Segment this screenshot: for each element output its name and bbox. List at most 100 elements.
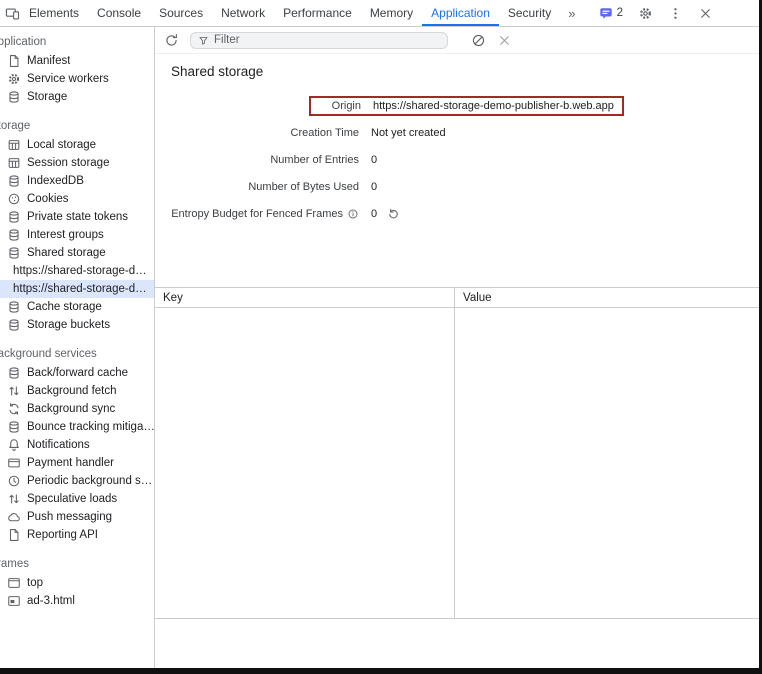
page-title: Shared storage — [171, 64, 743, 79]
grid-header: KeyValue — [155, 287, 759, 308]
meta-value: Not yet created — [371, 127, 446, 139]
sidebar-item-label: Private state tokens — [27, 211, 128, 223]
meta-row-inner: Creation TimeNot yet created — [171, 127, 743, 139]
sidebar-item-https-shared-storage-d[interactable]: https://shared-storage-d… — [0, 262, 154, 280]
sidebar-item-background-fetch[interactable]: Background fetch — [0, 382, 154, 400]
sidebar-item-background-sync[interactable]: Background sync — [0, 400, 154, 418]
sidebar-item-speculative-loads[interactable]: Speculative loads — [0, 490, 154, 508]
sidebar-item-push-messaging[interactable]: Push messaging — [0, 508, 154, 526]
kebab-menu-icon[interactable] — [668, 6, 683, 21]
sidebar-item-label: Storage buckets — [27, 319, 110, 331]
sidebar-item-ad-3-html[interactable]: ad-3.html — [0, 592, 154, 610]
column-header-value[interactable]: Value — [455, 288, 759, 307]
meta-row-origin: Origin https://shared-storage-demo-publis… — [171, 92, 743, 119]
sidebar-section-background-services: Background servicesBack/forward cacheBac… — [0, 346, 154, 544]
meta-row-entropy-budget-for-fenced-frames: Entropy Budget for Fenced Frames 0 — [171, 200, 743, 227]
grid-body — [155, 308, 759, 619]
sidebar-item-private-state-tokens[interactable]: Private state tokens — [0, 208, 154, 226]
meta-value: 0 — [371, 207, 400, 220]
gear-icon — [7, 72, 21, 86]
devtools-body: ApplicationManifestService workersStorag… — [0, 27, 759, 668]
meta-label-text: Origin — [332, 100, 361, 112]
sidebar-item-label: Bounce tracking mitiga… — [27, 421, 154, 433]
delete-selected-icon[interactable] — [497, 33, 512, 48]
devtools-window: ElementsConsoleSourcesNetworkPerformance… — [0, 0, 762, 674]
filter-input[interactable] — [214, 34, 440, 46]
sidebar-item-bounce-tracking-mitiga[interactable]: Bounce tracking mitiga… — [0, 418, 154, 436]
meta-value-text: Not yet created — [371, 127, 446, 139]
sidebar-item-payment-handler[interactable]: Payment handler — [0, 454, 154, 472]
tab-application[interactable]: Application — [422, 0, 499, 26]
sync-arrows-icon — [7, 402, 21, 416]
column-divider[interactable] — [454, 308, 455, 618]
more-tabs-chevron[interactable]: » — [560, 6, 583, 21]
meta-label-text: Entropy Budget for Fenced Frames — [171, 208, 343, 220]
tab-sources[interactable]: Sources — [150, 0, 212, 26]
sidebar-item-back-forward-cache[interactable]: Back/forward cache — [0, 364, 154, 382]
reset-budget-icon[interactable] — [387, 207, 400, 220]
tab-memory[interactable]: Memory — [361, 0, 422, 26]
meta-label-text: Number of Bytes Used — [248, 181, 359, 193]
meta-label: Number of Bytes Used — [171, 181, 371, 193]
section-title-background-services[interactable]: Background services — [0, 346, 154, 364]
section-title-application[interactable]: Application — [0, 34, 154, 52]
updown-arrows-icon — [7, 384, 21, 398]
sidebar-item-indexeddb[interactable]: IndexedDB — [0, 172, 154, 190]
database-icon — [7, 90, 21, 104]
database-icon — [7, 366, 21, 380]
sidebar-item-storage-buckets[interactable]: Storage buckets — [0, 316, 154, 334]
annotation-box: Origin https://shared-storage-demo-publis… — [309, 96, 624, 116]
sidebar-item-notifications[interactable]: Notifications — [0, 436, 154, 454]
sidebar-item-interest-groups[interactable]: Interest groups — [0, 226, 154, 244]
sidebar-item-top[interactable]: top — [0, 574, 154, 592]
sidebar-item-label: Background sync — [27, 403, 115, 415]
sidebar-item-label: Interest groups — [27, 229, 104, 241]
sidebar-item-cookies[interactable]: Cookies — [0, 190, 154, 208]
meta-value-text: https://shared-storage-demo-publisher-b.… — [373, 100, 614, 112]
meta-value: https://shared-storage-demo-publisher-b.… — [373, 100, 614, 112]
shared-storage-items-grid: KeyValue — [155, 287, 759, 619]
device-toolbar-icon[interactable] — [5, 6, 20, 21]
sidebar-item-local-storage[interactable]: Local storage — [0, 136, 154, 154]
sidebar-section-application: ApplicationManifestService workersStorag… — [0, 34, 154, 106]
sidebar-item-service-workers[interactable]: Service workers — [0, 70, 154, 88]
sidebar-section-storage: StorageLocal storage Session storage Index… — [0, 118, 154, 334]
database-icon — [7, 210, 21, 224]
database-icon — [7, 246, 21, 260]
tab-performance[interactable]: Performance — [274, 0, 361, 26]
sidebar-item-periodic-background-s[interactable]: Periodic background s… — [0, 472, 154, 490]
sidebar-item-https-shared-storage-d[interactable]: https://shared-storage-d… — [0, 280, 154, 298]
tab-security[interactable]: Security — [499, 0, 560, 26]
section-title-storage[interactable]: Storage — [0, 118, 154, 136]
filter-box[interactable] — [190, 32, 448, 49]
sidebar-item-reporting-api[interactable]: Reporting API — [0, 526, 154, 544]
tab-console[interactable]: Console — [88, 0, 150, 26]
sidebar-item-label: Session storage — [27, 157, 109, 169]
database-icon — [7, 228, 21, 242]
settings-gear-icon[interactable] — [638, 6, 653, 21]
clear-all-icon[interactable] — [471, 33, 486, 48]
table-icon — [7, 138, 21, 152]
sidebar-item-label: Reporting API — [27, 529, 98, 541]
sidebar-item-session-storage[interactable]: Session storage — [0, 154, 154, 172]
document-icon — [7, 54, 21, 68]
refresh-icon[interactable] — [164, 33, 179, 48]
close-devtools-icon[interactable] — [698, 6, 713, 21]
sidebar-item-manifest[interactable]: Manifest — [0, 52, 154, 70]
column-header-key[interactable]: Key — [155, 288, 455, 307]
tab-network[interactable]: Network — [212, 0, 274, 26]
sidebar-item-shared-storage[interactable]: Shared storage — [0, 244, 154, 262]
meta-value-text: 0 — [371, 181, 377, 193]
cloud-icon — [7, 510, 21, 524]
issues-counter[interactable]: 2 — [599, 6, 623, 20]
section-title-frames[interactable]: Frames — [0, 556, 154, 574]
database-icon — [7, 318, 21, 332]
tab-elements[interactable]: Elements — [20, 0, 88, 26]
application-sidebar: ApplicationManifestService workersStorag… — [0, 27, 155, 668]
meta-value-text: 0 — [371, 208, 377, 220]
info-icon[interactable] — [347, 208, 359, 220]
sidebar-item-cache-storage[interactable]: Cache storage — [0, 298, 154, 316]
database-icon — [7, 174, 21, 188]
meta-row-inner: Entropy Budget for Fenced Frames 0 — [171, 207, 743, 220]
sidebar-item-storage[interactable]: Storage — [0, 88, 154, 106]
